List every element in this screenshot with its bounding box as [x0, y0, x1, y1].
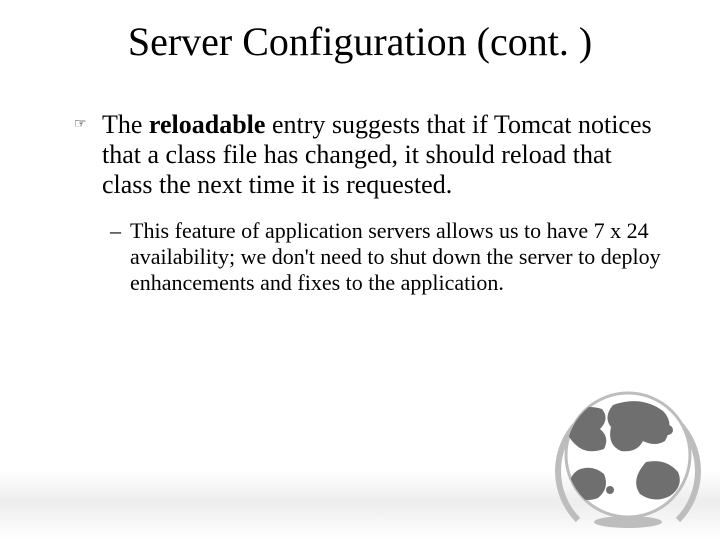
slide: Server Configuration (cont. ) ☞ The relo…: [0, 0, 720, 540]
sub-bullet-text: This feature of application servers allo…: [130, 218, 666, 296]
bullet-text: The reloadable entry suggests that if To…: [102, 110, 666, 200]
sub-bullet-item: – This feature of application servers al…: [110, 218, 666, 296]
bullet-prefix: The: [102, 110, 149, 139]
slide-body: ☞ The reloadable entry suggests that if …: [74, 110, 666, 296]
bullet-bold: reloadable: [149, 110, 266, 139]
slide-title: Server Configuration (cont. ): [0, 18, 720, 65]
bullet-item: ☞ The reloadable entry suggests that if …: [74, 110, 666, 200]
dash-icon: –: [110, 218, 130, 244]
globe-icon: [518, 370, 708, 530]
pointing-hand-icon: ☞: [74, 110, 102, 140]
